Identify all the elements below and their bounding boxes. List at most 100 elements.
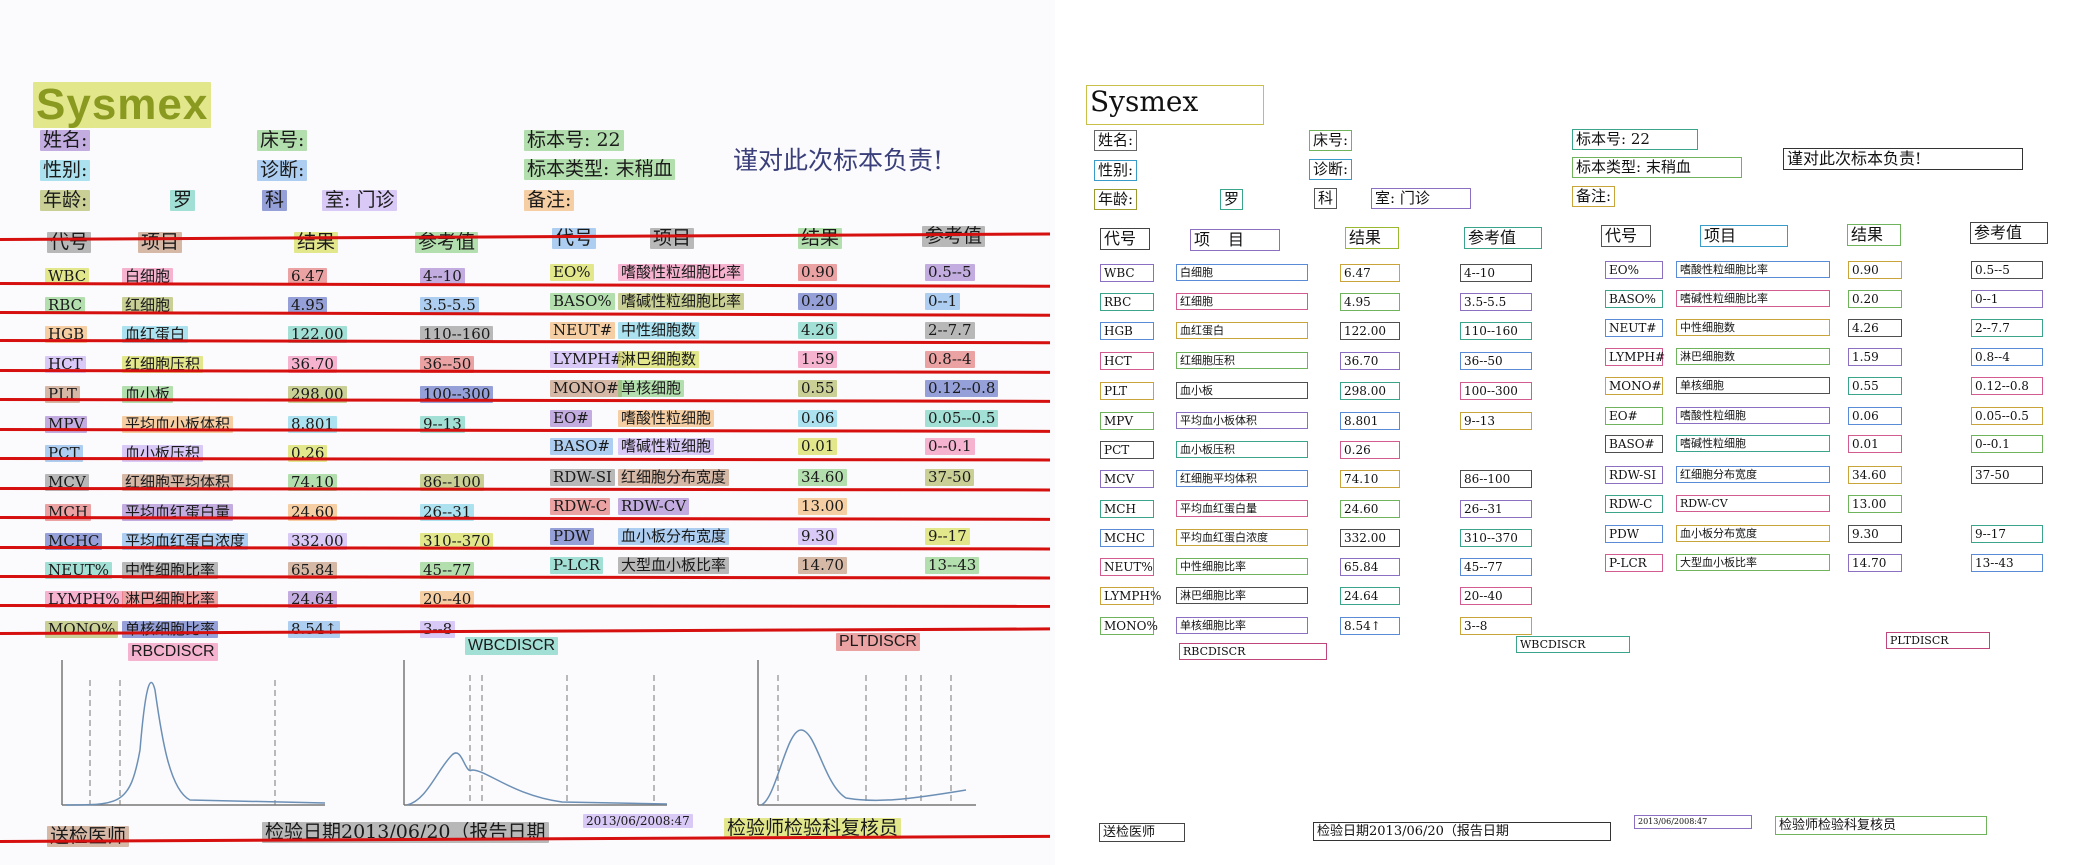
result-box: 8.801	[1340, 412, 1400, 430]
scan-result-cell: 0.06	[798, 410, 838, 427]
scan-code-cell: MONO%	[45, 621, 119, 638]
scan-code-cell: RDW-SI	[550, 469, 615, 486]
item-box: 红细胞平均体积	[1176, 470, 1308, 487]
scan-doctor: 送检医师	[47, 826, 130, 847]
header-item-2: 项目	[650, 228, 695, 249]
code-header-box-2: 代号	[1601, 225, 1651, 247]
sample-type: 标本类型: 末稍血	[524, 159, 676, 180]
age-label: 年龄:	[40, 190, 91, 211]
code-box: MPV	[1100, 412, 1154, 430]
scan-result-cell: 14.70	[798, 557, 847, 574]
ref-box: 110--160	[1460, 322, 1532, 340]
ref-box: 0.5--5	[1971, 261, 2043, 279]
code-box: NEUT#	[1605, 319, 1663, 337]
sex-box: 性别:	[1094, 160, 1138, 181]
rbc-discr-box: RBCDISCR	[1179, 643, 1327, 660]
scan-result-cell: 0.20	[798, 293, 838, 310]
dept-1-box: 罗	[1220, 189, 1244, 210]
strike-line	[0, 282, 1050, 288]
code-header-box-1: 代号	[1100, 228, 1150, 250]
ref-box: 100--300	[1460, 382, 1532, 400]
scan-ref-cell: 2--7.7	[925, 322, 975, 339]
scan-ref-cell: 37-50	[925, 469, 975, 486]
code-box: NEUT%	[1100, 558, 1154, 576]
result-box: 8.54↑	[1340, 617, 1400, 635]
ref-box: 2--7.7	[1971, 319, 2043, 337]
scan-ref-cell: 0--1	[925, 293, 961, 310]
test-date-box: 检验日期2013/06/20（报告日期	[1313, 822, 1611, 841]
item-box: 血小板压积	[1176, 441, 1308, 458]
code-box: RDW-C	[1605, 495, 1663, 513]
ref-box: 26--31	[1460, 500, 1532, 518]
scan-rbc-histogram	[61, 660, 326, 806]
dept-2-box: 科	[1314, 188, 1338, 209]
scan-plt-histogram	[757, 660, 976, 806]
scan-result-cell: 8.54↑	[288, 621, 340, 638]
code-box: MCH	[1100, 500, 1154, 518]
ref-box: 0--0.1	[1971, 435, 2043, 453]
room-box: 室: 门诊	[1371, 188, 1471, 209]
ref-box: 9--13	[1460, 412, 1532, 430]
doctor-box: 送检医师	[1099, 823, 1185, 842]
item-box: 血小板分布宽度	[1676, 525, 1830, 542]
scan-ref-cell: 0.05--0.5	[925, 410, 999, 427]
result-box: 0.55	[1848, 377, 1902, 395]
strike-line	[0, 369, 1050, 374]
age-box: 年龄:	[1094, 189, 1138, 210]
diag-label: 诊断:	[257, 160, 308, 181]
item-box: 红细胞分布宽度	[1676, 466, 1830, 483]
scan-result-cell: 9.30	[798, 528, 838, 545]
code-box: LYMPH%	[1100, 587, 1161, 605]
ref-box: 45--77	[1460, 558, 1532, 576]
ref-box: 37-50	[1971, 466, 2043, 484]
ref-box: 9--17	[1971, 525, 2043, 543]
scan-ref-cell: 9--17	[925, 528, 970, 545]
code-box: P-LCR	[1605, 554, 1663, 572]
ref-header-box-1: 参考值	[1464, 227, 1542, 249]
item-box: 血红蛋白	[1176, 322, 1308, 339]
scan-code-cell: BASO#	[550, 438, 613, 455]
result-box: 0.06	[1848, 407, 1902, 425]
result-box: 65.84	[1340, 558, 1400, 576]
result-box: 0.26	[1340, 441, 1400, 459]
ref-box: 0.05--0.5	[1971, 407, 2043, 425]
scan-timestamp: 2013/06/2008:47	[583, 814, 693, 828]
bed-label: 床号:	[257, 130, 308, 151]
scan-code-cell: EO%	[550, 264, 594, 281]
item-box: 淋巴细胞数	[1676, 348, 1830, 365]
responsible-box: 谨对此次标本负责!	[1783, 148, 2023, 170]
scan-wbc-label: WBCDISCR	[465, 637, 559, 655]
result-header-box-1: 结果	[1345, 227, 1399, 249]
scan-item-cell: RDW-CV	[618, 498, 690, 515]
code-box: WBC	[1100, 264, 1154, 282]
scan-item-cell: 血小板分布宽度	[618, 528, 730, 545]
item-box: 平均血红蛋白浓度	[1176, 529, 1308, 546]
code-box: EO%	[1605, 261, 1663, 279]
result-box: 332.00	[1340, 529, 1400, 547]
code-box: MONO%	[1100, 617, 1158, 635]
scan-result-cell: 34.60	[798, 469, 847, 486]
scan-item-cell: 单核细胞	[618, 380, 685, 397]
scan-code-cell: BASO%	[550, 293, 615, 310]
item-box: 嗜碱性粒细胞比率	[1676, 290, 1830, 307]
item-box: 淋巴细胞比率	[1176, 587, 1308, 604]
room: 室: 门诊	[322, 190, 398, 211]
code-box: PDW	[1605, 525, 1663, 543]
item-header-box-1: 项目	[1190, 229, 1280, 251]
scan-result-cell: 13.00	[798, 498, 847, 515]
result-box: 1.59	[1848, 348, 1902, 366]
result-box: 34.60	[1848, 466, 1902, 484]
bed-box: 床号:	[1309, 130, 1353, 151]
item-box: RDW-CV	[1676, 495, 1830, 512]
scan-item-cell: 大型血小板比率	[618, 557, 730, 574]
verifier-box: 检验师检验科复核员	[1775, 816, 1987, 835]
wbc-discr-box: WBCDISCR	[1516, 636, 1630, 653]
scan-ref-cell: 0.5--5	[925, 264, 975, 281]
scan-item-cell: 淋巴细胞数	[618, 351, 700, 368]
code-box: RBC	[1100, 293, 1154, 311]
ref-box: 20--40	[1460, 587, 1532, 605]
scan-code-cell: NEUT#	[550, 322, 616, 339]
scan-ref-cell: 0--0.1	[925, 438, 975, 455]
sample-no: 标本号: 22	[524, 130, 624, 151]
ref-box: 3.5-5.5	[1460, 293, 1532, 311]
